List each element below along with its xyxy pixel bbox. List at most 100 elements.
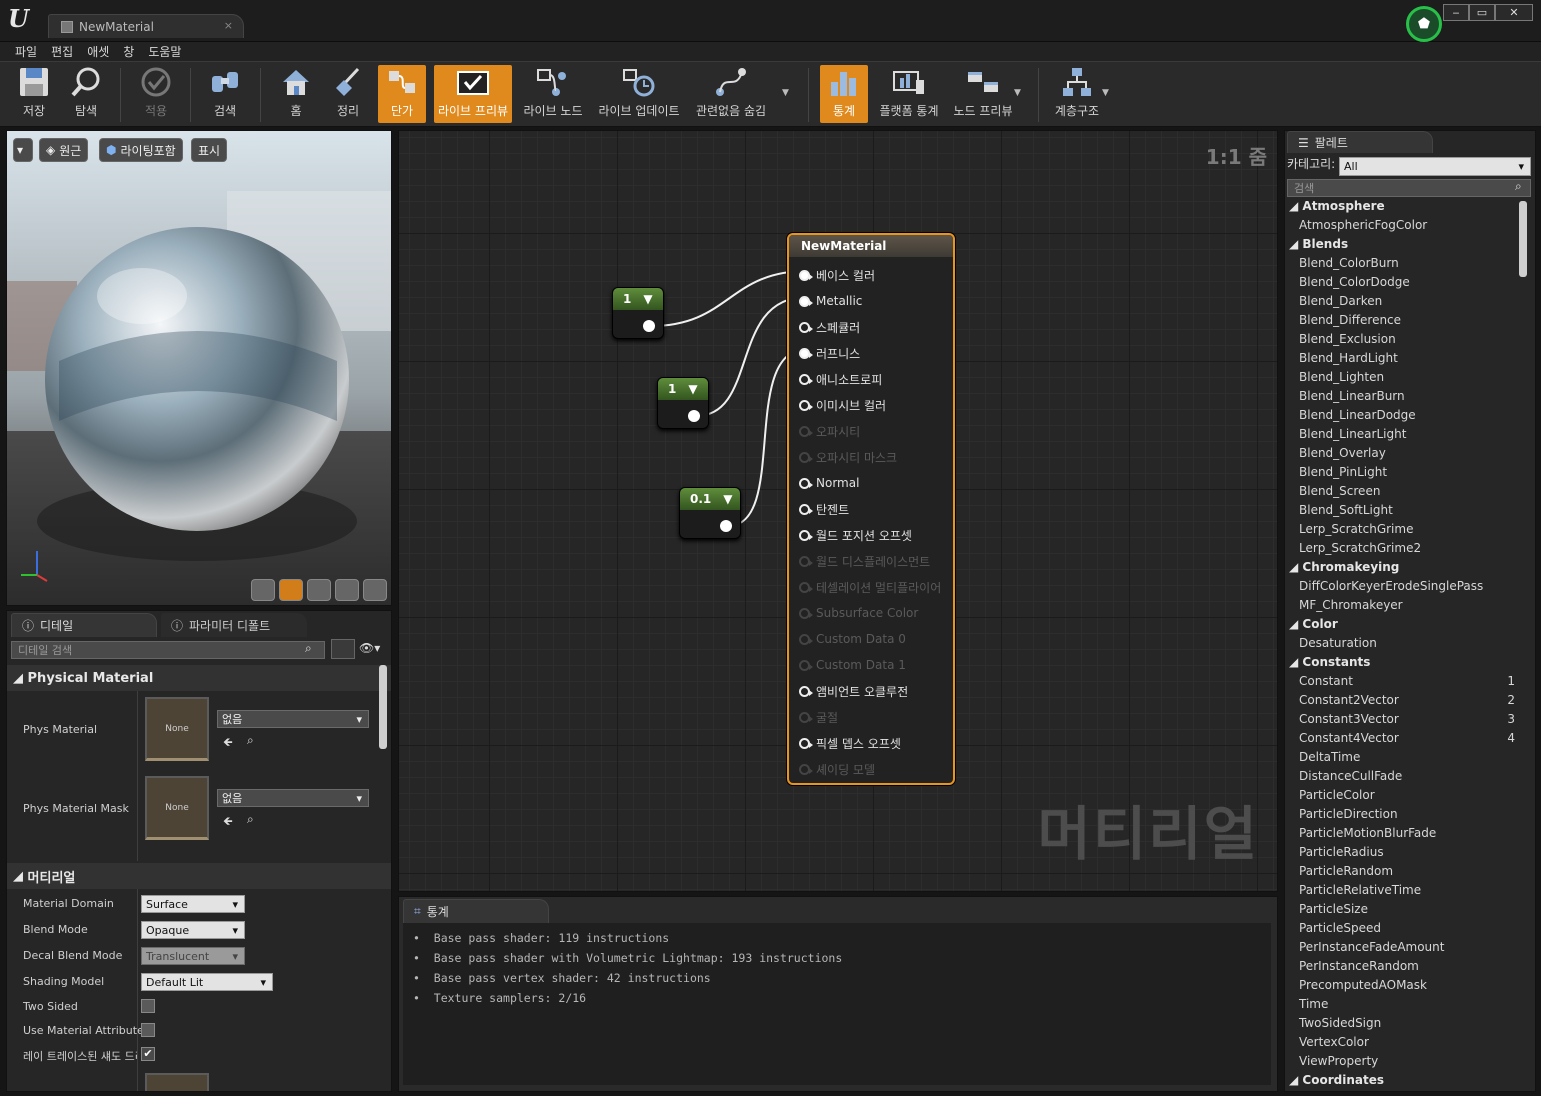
browse-magnifier-icon[interactable]: ⌕ — [247, 812, 254, 827]
menu-help[interactable]: 도움말 — [141, 43, 188, 60]
source-control-status-icon[interactable]: ⬟ — [1406, 6, 1442, 42]
palette-item[interactable]: ParticleDirection — [1299, 807, 1398, 826]
browse-magnifier-icon[interactable]: ⌕ — [247, 733, 254, 748]
palette-item[interactable]: Blend_SoftLight — [1299, 503, 1393, 522]
input-pin-icon[interactable] — [799, 685, 813, 697]
platform-stats-button[interactable]: 플랫폼 통계 — [876, 65, 942, 123]
home-button[interactable]: 홈 — [272, 65, 320, 123]
collapse-arrow-icon[interactable]: ▼ — [723, 492, 732, 506]
input-pin-icon[interactable] — [799, 295, 813, 307]
material-input-pin[interactable]: 오파시티 마스크 — [799, 447, 897, 467]
palette-category[interactable]: ◢ Constants — [1289, 655, 1370, 674]
input-pin-icon[interactable] — [799, 659, 813, 671]
material-input-pin[interactable]: Custom Data 1 — [799, 655, 906, 675]
material-input-pin[interactable]: 앰비언트 오클루전 — [799, 681, 908, 701]
palette-item[interactable]: Constant2Vector — [1299, 693, 1399, 712]
palette-item[interactable]: Blend_LinearLight — [1299, 427, 1406, 446]
node-preview-dropdown-icon[interactable]: ▼ — [1014, 88, 1021, 98]
material-graph-canvas[interactable]: 1:1 줌 머티리얼 1 ▼ 1 ▼ 0.1 ▼ NewMaterial 베이스 컬러… — [398, 130, 1278, 892]
palette-item[interactable]: Blend_Difference — [1299, 313, 1401, 332]
constant-node[interactable]: 1 ▼ — [612, 287, 664, 339]
input-pin-icon[interactable] — [799, 269, 813, 281]
palette-item[interactable]: ParticleRadius — [1299, 845, 1384, 864]
material-input-pin[interactable]: 픽셀 뎁스 오프셋 — [799, 733, 901, 753]
palette-item[interactable]: Desaturation — [1299, 636, 1377, 655]
palette-item[interactable]: DistanceCullFade — [1299, 769, 1402, 788]
menu-file[interactable]: 파일 — [8, 43, 44, 60]
input-pin-icon[interactable] — [799, 399, 813, 411]
eye-visibility-icon[interactable]: 👁▾ — [359, 641, 380, 655]
output-pin[interactable] — [643, 320, 655, 332]
menu-edit[interactable]: 편집 — [44, 43, 80, 60]
browse-button[interactable]: 탐색 — [62, 65, 110, 123]
palette-item[interactable]: Blend_Lighten — [1299, 370, 1384, 389]
lit-mode-button[interactable]: ⬢ 라이팅포함 — [99, 138, 183, 162]
show-button[interactable]: 표시 — [191, 138, 228, 162]
input-pin-icon[interactable] — [799, 737, 813, 749]
close-window-button[interactable]: ✕ — [1495, 4, 1533, 21]
material-input-pin[interactable]: 셰이딩 모델 — [799, 759, 875, 779]
palette-item[interactable]: AtmosphericFogColor — [1299, 218, 1427, 237]
stats-toggle[interactable]: 통계 — [820, 65, 868, 123]
material-input-pin[interactable]: 애니소트로피 — [799, 369, 882, 389]
close-tab-icon[interactable]: × — [224, 19, 233, 32]
palette-item[interactable]: ParticleMotionBlurFade — [1299, 826, 1436, 845]
input-pin-icon[interactable] — [799, 347, 813, 359]
palette-item[interactable]: PerInstanceFadeAmount — [1299, 940, 1444, 959]
two-sided-checkbox[interactable] — [141, 999, 155, 1013]
palette-category[interactable]: ◢ Blends — [1289, 237, 1348, 256]
constant-node[interactable]: 0.1 ▼ — [679, 487, 741, 539]
material-input-pin[interactable]: 베이스 컬러 — [799, 265, 875, 285]
use-selected-arrow-icon[interactable]: 🡸 — [223, 733, 233, 754]
save-button[interactable]: 저장 — [10, 65, 58, 123]
hide-unrelated-dropdown-icon[interactable]: ▼ — [782, 88, 789, 98]
material-input-pin[interactable]: 테셀레이션 멀티플라이어 — [799, 577, 941, 597]
palette-item[interactable]: ParticleColor — [1299, 788, 1375, 807]
palette-item[interactable]: Blend_PinLight — [1299, 465, 1387, 484]
perspective-button[interactable]: ◈ 원근 — [39, 138, 89, 162]
search-button[interactable]: 검색 — [200, 65, 250, 123]
palette-item[interactable]: Constant4Vector — [1299, 731, 1399, 750]
category-combo[interactable]: All ▾ — [1339, 157, 1531, 176]
palette-item[interactable]: ViewProperty — [1299, 1054, 1378, 1073]
input-pin-icon[interactable] — [799, 633, 813, 645]
cube-preview-icon[interactable] — [335, 579, 359, 601]
phys-material-thumbnail[interactable]: None — [145, 697, 209, 761]
material-input-pin[interactable]: Subsurface Color — [799, 603, 918, 623]
input-pin-icon[interactable] — [799, 477, 813, 489]
expand-arrow-icon[interactable]: ◢ — [1289, 617, 1302, 631]
constant-node[interactable]: 1 ▼ — [657, 377, 709, 429]
palette-item[interactable]: ParticleRandom — [1299, 864, 1393, 883]
phys-material-combo[interactable]: 없음 ▾ — [217, 710, 369, 728]
collapse-arrow-icon[interactable]: ▼ — [643, 292, 652, 306]
input-pin-icon[interactable] — [799, 763, 813, 775]
clean-up-button[interactable]: 정리 — [324, 65, 372, 123]
palette-category[interactable]: ◢ Chromakeying — [1289, 560, 1399, 579]
palette-item[interactable]: Constant3Vector — [1299, 712, 1399, 731]
expand-arrow-icon[interactable]: ◢ — [1289, 560, 1302, 574]
palette-item[interactable]: ParticleSize — [1299, 902, 1368, 921]
palette-item[interactable]: VertexColor — [1299, 1035, 1369, 1054]
palette-item[interactable]: ParticleSpeed — [1299, 921, 1381, 940]
input-pin-icon[interactable] — [799, 321, 813, 333]
connectors-toggle[interactable]: 단가 — [378, 65, 426, 123]
menu-asset[interactable]: 애셋 — [80, 43, 116, 60]
material-input-pin[interactable]: 러프니스 — [799, 343, 860, 363]
collapse-arrow-icon[interactable]: ▼ — [688, 382, 697, 396]
details-search-input[interactable]: 디테일 검색 — [11, 641, 325, 659]
palette-item[interactable]: Blend_ColorBurn — [1299, 256, 1399, 275]
hide-unrelated-button[interactable]: 관련없음 숨김 — [692, 65, 770, 123]
input-pin-icon[interactable] — [799, 607, 813, 619]
input-pin-icon[interactable] — [799, 425, 813, 437]
palette-item[interactable]: PrecomputedAOMask — [1299, 978, 1427, 997]
material-input-pin[interactable]: 월드 디스플레이스먼트 — [799, 551, 930, 571]
node-preview-button[interactable]: 노드 프리뷰 — [950, 65, 1016, 123]
input-pin-icon[interactable] — [799, 451, 813, 463]
palette-item[interactable]: Blend_HardLight — [1299, 351, 1398, 370]
maximize-button[interactable]: ▭ — [1469, 4, 1495, 21]
viewport-options-dropdown[interactable]: ▾ — [13, 138, 33, 162]
raytraced-shadows-checkbox[interactable]: ✔ — [141, 1047, 155, 1061]
material-input-pin[interactable]: 월드 포지션 오프셋 — [799, 525, 912, 545]
material-input-pin[interactable]: Normal — [799, 473, 859, 493]
expand-arrow-icon[interactable]: ◢ — [1289, 1073, 1302, 1087]
